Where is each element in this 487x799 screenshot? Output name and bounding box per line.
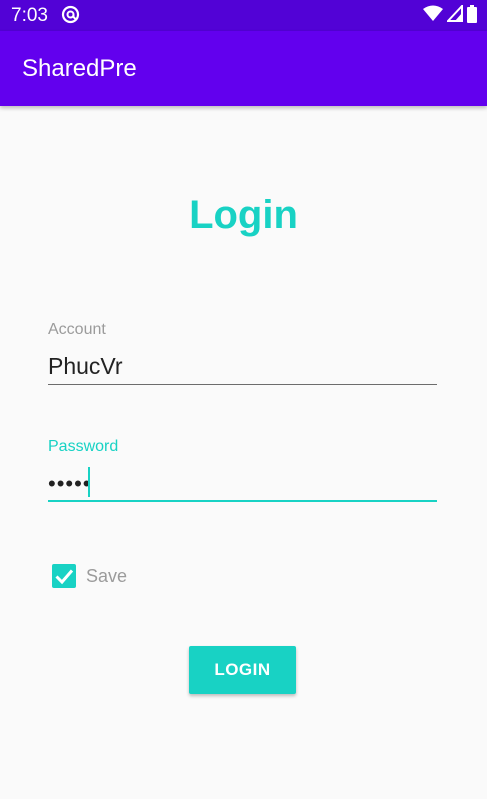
text-cursor: [88, 467, 90, 497]
password-label: Password: [48, 438, 119, 455]
checkmark-icon: [55, 569, 74, 585]
status-time: 7:03: [11, 5, 48, 26]
account-field-underline: [48, 384, 437, 385]
cellular-signal-icon: [445, 3, 463, 27]
at-sync-icon: [61, 5, 80, 24]
save-label[interactable]: Save: [86, 566, 127, 587]
password-field-underline: [48, 500, 437, 502]
login-button[interactable]: LOGIN: [189, 646, 296, 694]
save-checkbox[interactable]: [52, 564, 76, 588]
page-title: Login: [189, 193, 298, 237]
app-bar: SharedPre: [0, 31, 487, 106]
battery-icon: [467, 4, 477, 28]
account-label: Account: [48, 321, 106, 338]
account-field[interactable]: PhucVr: [48, 353, 123, 380]
password-field[interactable]: •••••: [48, 471, 92, 497]
wifi-icon: [423, 5, 443, 27]
app-title: SharedPre: [22, 55, 137, 82]
status-icons: [423, 3, 477, 28]
status-bar: 7:03: [0, 0, 487, 31]
